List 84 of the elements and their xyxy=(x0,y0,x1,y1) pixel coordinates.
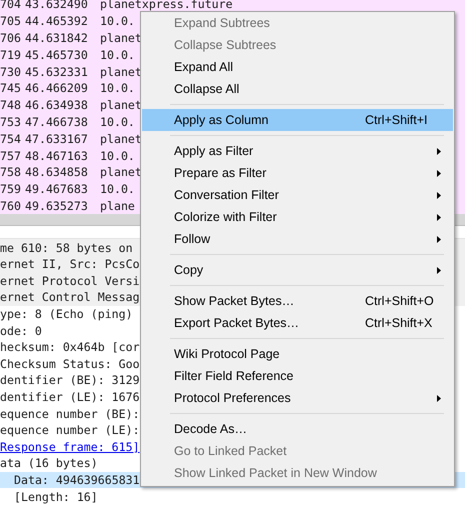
submenu-arrow-icon xyxy=(437,170,441,176)
packet-source: 10.0. xyxy=(100,148,135,163)
menu-item-label: Apply as Column xyxy=(174,113,270,127)
menu-item[interactable]: Wiki Protocol Page xyxy=(142,343,453,365)
menu-item[interactable]: Apply as Column Ctrl+Shift+I xyxy=(142,109,453,131)
submenu-arrow-icon xyxy=(437,236,441,242)
packet-time: 45.465730 xyxy=(25,48,89,62)
packet-number: 705 xyxy=(0,14,22,28)
packet-number: 706 xyxy=(0,30,22,45)
submenu-arrow-icon xyxy=(437,192,441,198)
menu-item-label: Conversation Filter xyxy=(174,188,280,202)
menu-item[interactable]: Collapse All xyxy=(142,78,453,100)
packet-source: 10.0. xyxy=(100,81,135,96)
packet-source: planet xyxy=(100,98,142,112)
submenu-arrow-icon xyxy=(437,148,441,154)
packet-time: 48.634858 xyxy=(25,165,89,180)
packet-source: planet xyxy=(100,64,142,79)
packet-time: 43.632490 xyxy=(25,0,89,12)
menu-item[interactable]: Colorize with Filter xyxy=(142,206,453,228)
shortcut-label: Ctrl+Shift+O xyxy=(365,294,435,308)
packet-source: planetxpress.future xyxy=(100,0,233,12)
packet-number: 758 xyxy=(0,165,22,180)
menu-item-label: Colorize with Filter xyxy=(174,210,278,224)
menu-item[interactable]: Expand All xyxy=(142,56,453,78)
packet-number: 745 xyxy=(0,81,22,96)
packet-source: planet xyxy=(100,30,142,45)
menu-item-label: Collapse All xyxy=(174,82,240,96)
packet-time: 49.467683 xyxy=(25,182,89,196)
packet-number: 730 xyxy=(0,64,22,79)
submenu-arrow-icon xyxy=(437,266,441,274)
packet-number: 719 xyxy=(0,48,22,62)
packet-time: 49.635273 xyxy=(25,198,89,213)
shortcut-label: Ctrl+Shift+X xyxy=(365,316,434,330)
packet-time: 44.631842 xyxy=(25,30,89,45)
menu-item[interactable]: Protocol Preferences xyxy=(142,387,453,409)
menu-item[interactable]: Filter Field Reference xyxy=(142,365,453,387)
packet-source: 10.0. xyxy=(100,114,135,129)
menu-item-label: Show Linked Packet in New Window xyxy=(174,466,378,480)
packet-source: 10.0. xyxy=(100,14,135,28)
packet-time: 46.466209 xyxy=(25,81,89,96)
packet-number: 759 xyxy=(0,182,22,196)
submenu-arrow-icon xyxy=(437,214,441,220)
packet-number: 760 xyxy=(0,198,22,213)
packet-time: 47.466738 xyxy=(25,114,89,129)
packet-source: 10.0. xyxy=(100,182,135,196)
menu-item-label: Prepare as Filter xyxy=(174,166,268,180)
menu-item-label: Show Packet Bytes… xyxy=(174,294,296,308)
packet-source: planet xyxy=(100,165,142,180)
packet-number: 704 xyxy=(0,0,22,12)
menu-item-label: Expand All xyxy=(174,60,234,74)
packet-time: 44.465392 xyxy=(25,14,89,28)
menu-item-label: Export Packet Bytes… xyxy=(174,316,300,330)
packet-time: 48.467163 xyxy=(25,148,89,163)
menu-item-label: Apply as Filter xyxy=(174,144,254,158)
packet-number: 748 xyxy=(0,98,22,112)
menu-item-label: Follow xyxy=(174,232,212,246)
packet-number: 754 xyxy=(0,132,22,146)
menu-item-label: Expand Subtrees xyxy=(174,16,271,30)
detail-row[interactable]: [Length: 16] xyxy=(0,488,465,505)
shortcut-label: Ctrl+Shift+I xyxy=(365,113,429,127)
menu-item[interactable]: Show Packet Bytes… Ctrl+Shift+O xyxy=(142,290,453,312)
menu-item-label: Copy xyxy=(174,263,204,277)
menu-item-label: Protocol Preferences xyxy=(174,391,292,405)
packet-time: 45.632331 xyxy=(25,64,89,79)
menu-item[interactable]: Copy xyxy=(142,259,453,281)
menu-item-label: Filter Field Reference xyxy=(174,369,294,383)
menu-item[interactable]: Export Packet Bytes… Ctrl+Shift+X xyxy=(142,312,453,334)
menu-item[interactable]: Conversation Filter xyxy=(142,184,453,206)
packet-time: 47.633167 xyxy=(25,132,89,146)
packet-number: 757 xyxy=(0,148,22,163)
menu-item-label: Go to Linked Packet xyxy=(174,444,288,458)
packet-number: 753 xyxy=(0,114,22,129)
menu-item-label: Decode As… xyxy=(174,422,248,436)
packet-source: 10.0. xyxy=(100,48,135,62)
menu-item[interactable]: Follow xyxy=(142,228,453,250)
menu-item[interactable]: Apply as Filter xyxy=(142,140,453,162)
menu-item[interactable]: Decode As… xyxy=(142,418,453,440)
menu-item-label: Wiki Protocol Page xyxy=(174,347,281,361)
packet-time: 46.634938 xyxy=(25,98,89,112)
menu-item[interactable]: Prepare as Filter xyxy=(142,162,453,184)
packet-source: planet xyxy=(100,132,142,146)
packet-source: plane xyxy=(100,198,135,213)
submenu-arrow-icon xyxy=(437,394,441,402)
menu-item-label: Collapse Subtrees xyxy=(174,38,278,52)
